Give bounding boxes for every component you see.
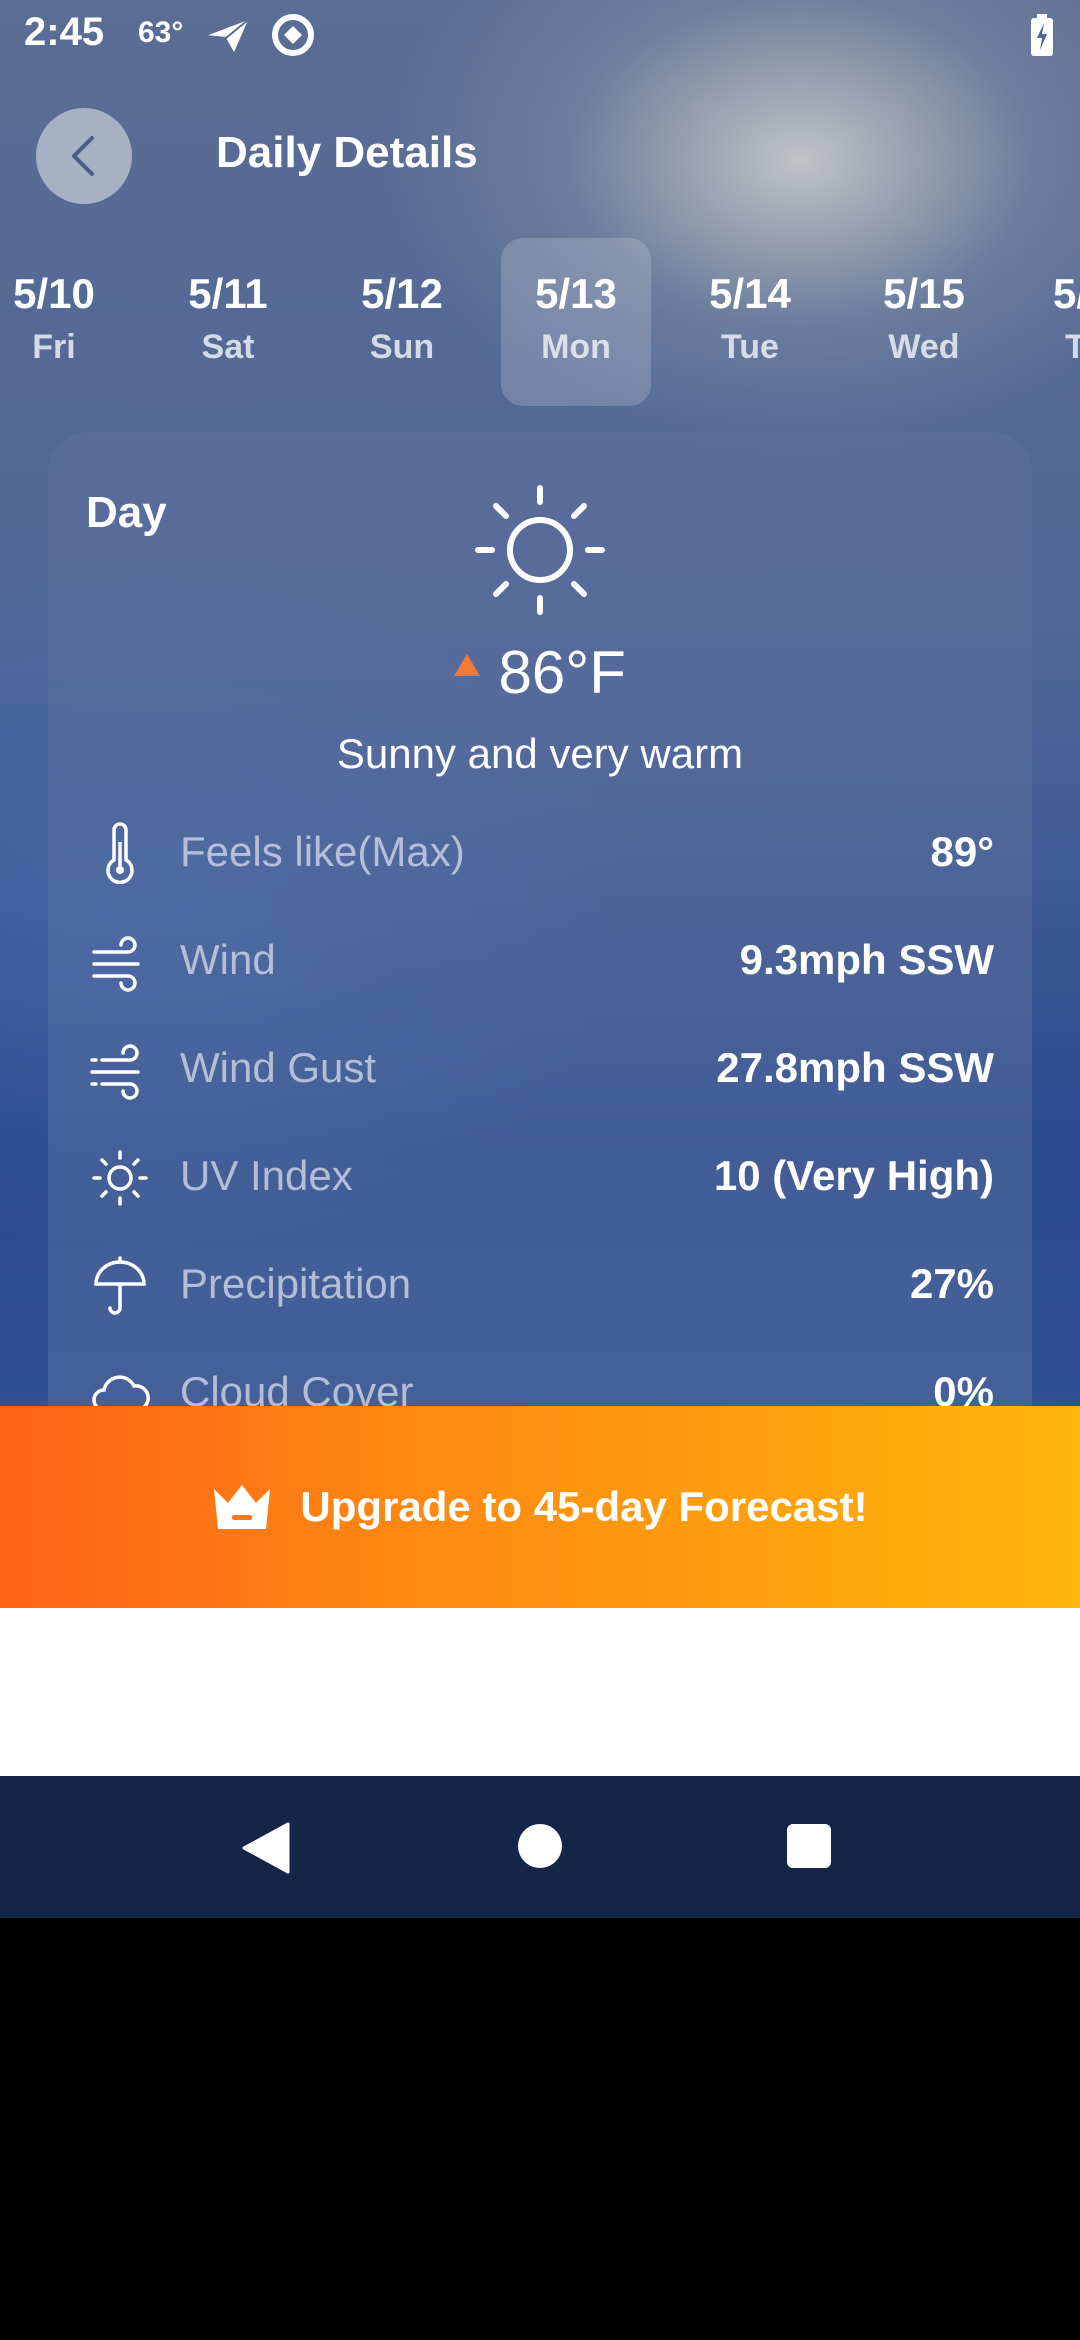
date-item-partial[interactable]: 5/ T — [1023, 238, 1080, 406]
temperature-up-arrow-icon — [454, 653, 481, 676]
detail-label: Wind Gust — [180, 1044, 377, 1091]
weekday-label: Sun — [369, 328, 435, 366]
detail-label: UV Index — [180, 1152, 353, 1199]
page-title: Daily Details — [216, 128, 478, 177]
date-item-5-14[interactable]: 5/14 Tue — [675, 238, 825, 406]
upgrade-text: Upgrade to 45-day Forecast! — [300, 1483, 868, 1530]
battery-charging-icon — [1031, 14, 1053, 56]
detail-value: 9.3mph SSW — [739, 936, 994, 983]
status-time: 2:45 — [24, 10, 105, 54]
detail-row-feels-like: Feels like(Max) 89° — [48, 800, 1032, 908]
detail-row-uv-index: UV Index 10 (Very High) — [48, 1124, 1032, 1232]
sync-circle-icon — [272, 14, 314, 56]
date-item-5-11[interactable]: 5/11 Sat — [153, 238, 303, 406]
wind-icon — [92, 936, 140, 992]
detail-label: Precipitation — [180, 1260, 412, 1307]
send-icon — [205, 19, 249, 52]
weekday-label: T — [1065, 328, 1080, 366]
back-button[interactable] — [36, 108, 132, 204]
weekday-label: Fri — [32, 328, 76, 366]
date-item-5-12[interactable]: 5/12 Sun — [327, 238, 477, 406]
temperature-row: 86°F — [48, 638, 1032, 707]
date-label: 5/10 — [13, 270, 95, 317]
thermometer-icon — [106, 822, 134, 885]
detail-value: 89° — [930, 828, 994, 875]
weekday-label: Wed — [888, 328, 960, 366]
wind-gust-icon — [90, 1044, 140, 1100]
crown-icon — [214, 1485, 271, 1529]
date-label: 5/11 — [188, 270, 268, 317]
date-strip: 5/10 Fri 5/11 Sat 5/12 Sun 5/13 Mon 5/14… — [0, 238, 1080, 408]
weekday-label: Sat — [201, 328, 255, 366]
upgrade-banner[interactable]: Upgrade to 45-day Forecast! — [0, 1406, 1080, 1608]
detail-row-precipitation: Precipitation 27% — [48, 1232, 1032, 1340]
uv-index-icon — [92, 1150, 148, 1206]
date-label: 5/13 — [535, 270, 617, 317]
nav-back-icon[interactable] — [242, 1822, 290, 1874]
date-item-5-15[interactable]: 5/15 Wed — [849, 238, 999, 406]
ad-space — [0, 1608, 1080, 1776]
system-nav-bar — [0, 1776, 1080, 1918]
detail-row-wind: Wind 9.3mph SSW — [48, 908, 1032, 1016]
date-label: 5/ — [1053, 270, 1080, 317]
status-bar: 2:45 63° — [0, 0, 1080, 72]
detail-label: Feels like(Max) — [180, 828, 465, 875]
sun-icon — [475, 485, 605, 615]
detail-label: Wind — [180, 936, 276, 983]
date-label: 5/14 — [709, 270, 791, 317]
date-label: 5/12 — [361, 270, 443, 317]
weekday-label: Mon — [541, 328, 611, 366]
date-label: 5/15 — [883, 270, 965, 317]
status-temperature: 63° — [138, 16, 184, 49]
date-item-5-10[interactable]: 5/10 Fri — [0, 238, 129, 406]
weekday-label: Tue — [721, 328, 779, 366]
detail-value: 10 (Very High) — [713, 1152, 994, 1199]
date-item-5-13[interactable]: 5/13 Mon — [501, 238, 651, 406]
card-label: Day — [86, 488, 167, 537]
detail-row-wind-gust: Wind Gust 27.8mph SSW — [48, 1016, 1032, 1124]
app-screen: 2:45 63° Daily Details 5/10 Fri 5/11 Sat — [0, 0, 1080, 1918]
nav-recents-icon[interactable] — [787, 1824, 831, 1868]
temperature-value: 86°F — [498, 639, 626, 706]
umbrella-icon — [94, 1256, 146, 1315]
detail-value: 27.8mph SSW — [716, 1044, 994, 1091]
chevron-left-icon — [72, 136, 94, 176]
nav-home-icon[interactable] — [518, 1824, 562, 1868]
detail-value: 27% — [909, 1260, 994, 1307]
weather-condition: Sunny and very warm — [336, 730, 744, 777]
